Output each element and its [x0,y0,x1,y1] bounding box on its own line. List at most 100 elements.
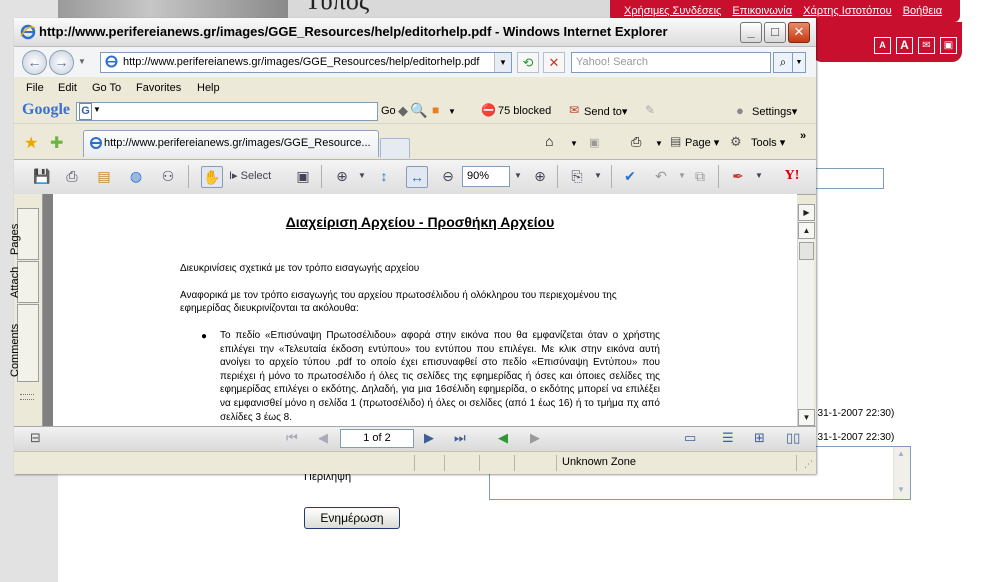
tab-pages[interactable]: Pages [9,208,39,260]
font-smaller-icon[interactable]: A [874,37,891,54]
options-icon[interactable]: ◆ [398,103,408,119]
document-scrollbar[interactable]: ▶ ▲ ▼ [797,204,815,426]
address-dropdown-icon[interactable]: ▼ [494,53,511,72]
select-tool-button[interactable]: I▸ Select [229,166,287,186]
address-bar[interactable]: http://www.perifereianews.gr/images/GGE_… [100,52,512,73]
previous-view-icon[interactable]: ◀ [498,430,508,446]
update-button[interactable]: Ενημέρωση [304,507,400,529]
spellcheck-icon[interactable]: ✔ [620,166,640,186]
history-dropdown-icon[interactable]: ▼ [78,57,86,66]
popups-blocked-count[interactable]: 75 blocked [498,105,551,117]
mail-icon[interactable]: ✉ [918,37,935,54]
tab-current[interactable]: http://www.perifereianews.gr/images/GGE_… [83,130,379,157]
first-page-icon[interactable]: ⏮ [286,430,298,446]
zoom-tool-dropdown-icon[interactable]: ▼ [352,166,372,186]
continuous-icon[interactable]: ☰ [722,430,734,446]
settings-button[interactable]: Settings▾ [752,105,797,118]
play-icon[interactable]: ▶ [798,204,815,221]
title-bar[interactable]: http://www.perifereianews.gr/images/GGE_… [14,18,816,47]
save-icon[interactable]: 💾 [32,166,52,186]
tools-menu-button[interactable]: Tools ▾ [751,136,785,149]
toolbar-overflow-icon[interactable]: » [800,130,806,142]
add-favorites-icon[interactable]: ✚ [50,133,63,153]
snapshot-icon[interactable]: ▣ [293,166,313,186]
rotate-dropdown-icon[interactable]: ▼ [588,166,608,186]
highlight-icon[interactable]: ✎ [645,103,655,117]
rotate-icon[interactable]: ⎘ [567,166,587,186]
bookmark-icon[interactable]: ■ [432,103,439,117]
tab-attachments[interactable]: Attach [9,261,39,303]
print-toolbar-icon[interactable]: ⎙ [631,134,641,150]
search-web-icon[interactable]: 🔍 [410,102,427,119]
highlighter-dropdown-icon[interactable]: ▼ [749,166,769,186]
home-icon[interactable]: ⌂ [545,133,553,149]
undo-dropdown-icon[interactable]: ▼ [672,166,692,186]
search-input[interactable]: Yahoo! Search [571,52,771,73]
refresh-icon[interactable]: ⟲ [517,52,539,73]
google-dropdown-icon[interactable]: ▼ [93,105,101,114]
undo-icon[interactable]: ↶ [651,166,671,186]
new-tab-button[interactable] [380,138,410,158]
background-text-field[interactable] [814,168,884,189]
zoom-in-tool-icon[interactable]: ⊕ [332,166,352,186]
home-dropdown-icon[interactable]: ▼ [570,139,578,148]
link-useful-links[interactable]: Χρήσιμες Συνδέσεις [624,5,721,17]
back-button[interactable]: ← [22,50,47,75]
scroll-thumb[interactable] [799,242,814,260]
zoom-level-field[interactable]: 90% [462,166,510,187]
fit-width-icon[interactable]: ↔ [406,166,428,188]
email-icon[interactable]: ◍ [126,166,146,186]
bookmark-dropdown-icon[interactable]: ▼ [448,107,456,116]
link-sitemap[interactable]: Χάρτης Ιστοτόπου [803,5,892,17]
menu-file[interactable]: File [26,82,44,94]
single-page-icon[interactable]: ▭ [684,430,696,446]
organizer-icon[interactable]: ▤ [94,166,114,186]
close-button[interactable]: ✕ [788,22,810,43]
minimize-button[interactable]: _ [740,22,762,43]
scroll-up-icon[interactable]: ▲ [894,447,908,461]
continuous-facing-icon[interactable]: ▯▯ [786,430,800,446]
search-icon[interactable]: ⌕ [773,52,793,73]
menu-favorites[interactable]: Favorites [136,82,181,94]
google-search-input[interactable]: G ▼ [76,102,378,121]
highlighter-icon[interactable]: ✒ [728,166,748,186]
maximize-button[interactable]: □ [764,22,786,43]
font-larger-icon[interactable]: A [896,37,913,54]
favorites-star-icon[interactable]: ★ [24,133,38,153]
feeds-icon[interactable]: ▣ [589,136,599,149]
stop-icon[interactable]: ✕ [543,52,565,73]
page-number-field[interactable]: 1 of 2 [340,429,414,448]
zoom-out-icon[interactable]: ⊖ [438,166,458,186]
google-g-icon[interactable]: G [79,103,92,120]
last-page-icon[interactable]: ⏭ [454,430,466,446]
hand-tool-icon[interactable]: ✋ [201,166,223,188]
previous-page-icon[interactable]: ◀ [318,430,328,446]
copy-icon[interactable]: ⧉ [690,166,710,186]
facing-icon[interactable]: ⊞ [754,430,765,446]
link-help[interactable]: Βοήθεια [903,5,942,17]
send-to-icon[interactable]: ✉ [569,103,579,117]
next-view-icon[interactable]: ▶ [530,430,540,446]
popup-blocker-icon[interactable]: ⛔ [481,103,496,117]
link-contact[interactable]: Επικοινωνία [732,5,792,17]
print-icon[interactable]: ▣ [940,37,957,54]
scroll-down-icon[interactable]: ▼ [894,483,908,497]
resize-grip-icon[interactable]: ⋰ [804,459,813,470]
textarea-scrollbar[interactable]: ▲ ▼ [893,447,910,499]
send-to-button[interactable]: Send to▾ [584,105,627,118]
scroll-up-arrow-icon[interactable]: ▲ [798,222,815,239]
tab-comments[interactable]: Comments [9,304,39,382]
panel-grip[interactable] [20,394,34,400]
print-icon[interactable]: ⎙ [62,166,82,186]
zoom-in-icon[interactable]: ⊕ [530,166,550,186]
forward-button[interactable]: → [49,50,74,75]
find-binoculars-icon[interactable]: ⚇ [158,166,178,186]
menu-edit[interactable]: Edit [58,82,77,94]
menu-goto[interactable]: Go To [92,82,121,94]
yahoo-icon[interactable]: Y! [782,166,802,186]
options-menu-icon[interactable]: ⊟ [30,430,41,446]
google-go-button[interactable]: Go [381,105,396,117]
print-dropdown-icon[interactable]: ▼ [655,139,663,148]
settings-icon[interactable]: ● [736,103,744,118]
next-page-icon[interactable]: ▶ [424,430,434,446]
